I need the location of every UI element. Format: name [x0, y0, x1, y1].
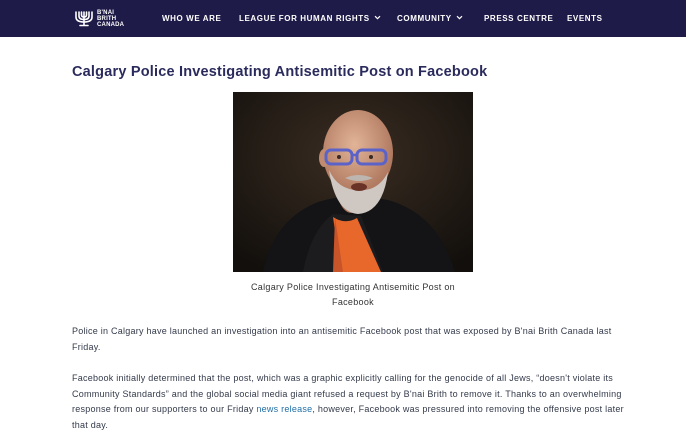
- portrait-illustration: [233, 92, 473, 272]
- nav-label: LEAGUE FOR HUMAN RIGHTS: [239, 14, 370, 23]
- menorah-icon: [75, 11, 93, 27]
- nav-who-we-are[interactable]: WHO WE ARE: [162, 14, 221, 24]
- logo-line: CANADA: [97, 22, 125, 28]
- nav-community[interactable]: COMMUNITY: [397, 14, 463, 24]
- chevron-down-icon: [374, 16, 381, 20]
- nav-press-centre[interactable]: PRESS CENTRE: [484, 14, 553, 24]
- article-paragraph: Police in Calgary have launched an inves…: [72, 326, 612, 352]
- nav-label: WHO WE ARE: [162, 14, 222, 23]
- nav-league-for-human-rights[interactable]: LEAGUE FOR HUMAN RIGHTS: [239, 14, 381, 24]
- nav-events[interactable]: EVENTS: [567, 14, 603, 24]
- article-photo: [233, 92, 473, 272]
- article-paragraph: Facebook initially determined that the p…: [72, 371, 632, 433]
- chevron-down-icon: [456, 16, 463, 20]
- logo-wordmark: B'NAI BRITH CANADA: [97, 10, 124, 28]
- news-release-link[interactable]: news release: [256, 404, 312, 414]
- nav-label: PRESS CENTRE: [484, 14, 554, 23]
- site-logo[interactable]: B'NAI BRITH CANADA: [74, 9, 124, 29]
- article-title: Calgary Police Investigating Antisemitic…: [72, 64, 488, 80]
- image-caption: Calgary Police Investigating Antisemitic…: [251, 282, 455, 307]
- top-navigation-bar: B'NAI BRITH CANADA WHO WE ARE LEAGUE FOR…: [0, 0, 686, 37]
- nav-label: EVENTS: [567, 14, 603, 23]
- nav-label: COMMUNITY: [397, 14, 452, 23]
